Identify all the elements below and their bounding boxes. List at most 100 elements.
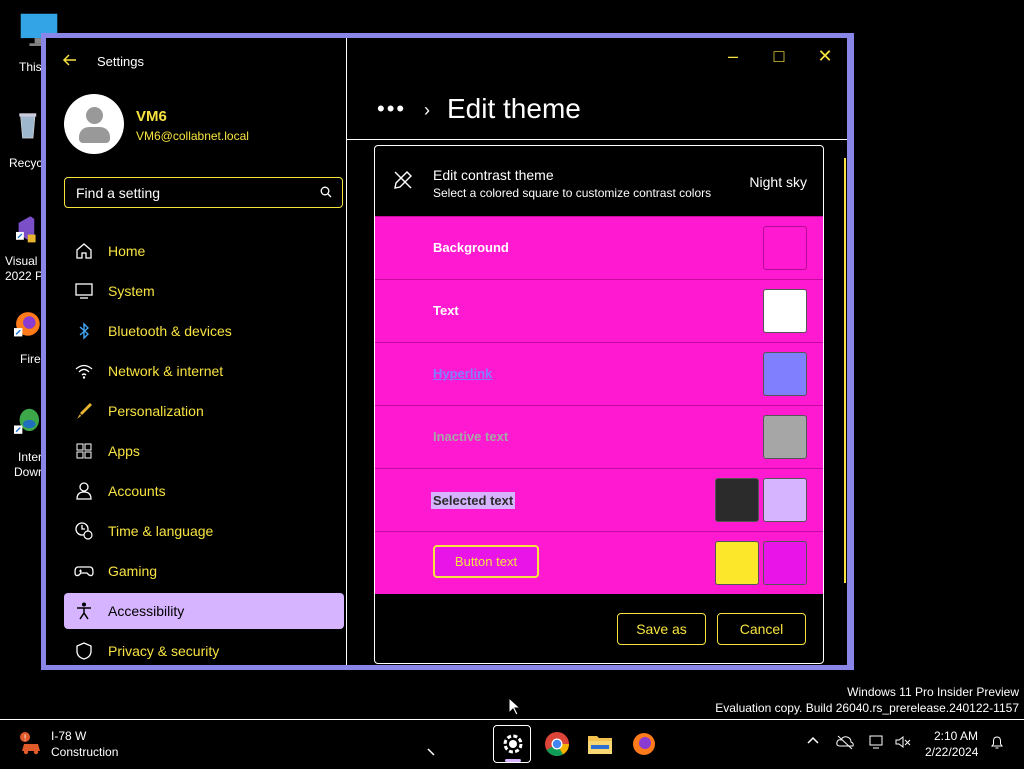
taskbar-settings-button[interactable]: [493, 725, 531, 763]
row-label: Background: [433, 240, 509, 255]
avatar-head: [86, 107, 103, 124]
sidebar-item-system[interactable]: System: [64, 273, 344, 309]
sidebar-item-network[interactable]: Network & internet: [64, 353, 344, 389]
sidebar-item-privacy[interactable]: Privacy & security: [64, 633, 344, 669]
sidebar-item-accessibility[interactable]: Accessibility: [64, 593, 344, 629]
page-title: Edit theme: [447, 93, 581, 124]
row-label: Inactive text: [433, 429, 509, 444]
bluetooth-icon: [79, 322, 90, 340]
theme-name: Night sky: [749, 174, 807, 190]
sidebar-item-accounts[interactable]: Accounts: [64, 473, 344, 509]
back-button[interactable]: [62, 52, 78, 73]
back-arrow-icon: [62, 54, 76, 66]
color-swatch-button-text-background[interactable]: [763, 541, 807, 585]
save-as-button[interactable]: Save as: [617, 613, 706, 645]
sidebar-item-label: Bluetooth & devices: [108, 323, 232, 339]
settings-window-body: Settings VM6 VM6@collabnet.local Find a …: [46, 38, 847, 665]
header-divider: [347, 139, 847, 140]
home-icon: [76, 243, 92, 259]
settings-icon: [503, 734, 523, 762]
traffic-warning-icon: !: [20, 732, 40, 755]
color-swatch-selected-text-foreground[interactable]: [715, 478, 759, 522]
wifi-icon: [75, 364, 93, 379]
sidebar-item-personalization[interactable]: Personalization: [64, 393, 344, 429]
person-icon: [76, 482, 92, 500]
chrome-icon: [545, 732, 569, 757]
clock-time[interactable]: 2:10 AM: [934, 729, 978, 743]
row-label: Hyperlink: [433, 366, 493, 381]
row-label: Text: [433, 303, 459, 318]
sidebar-item-bluetooth[interactable]: Bluetooth & devices: [64, 313, 344, 349]
search-input[interactable]: Find a setting: [64, 177, 343, 208]
notifications-bell-icon[interactable]: [987, 734, 1007, 754]
firefox-icon: [633, 733, 655, 755]
panel-subtitle: Select a colored square to customize con…: [433, 186, 712, 200]
accessibility-icon: [77, 602, 91, 620]
panel-title: Edit contrast theme: [433, 167, 554, 183]
sidebar-item-label: Personalization: [108, 403, 204, 419]
network-icon[interactable]: [867, 734, 887, 754]
sidebar-item-label: System: [108, 283, 155, 299]
app-title: Settings: [97, 54, 144, 69]
taskbar-firefox-button[interactable]: [625, 725, 663, 763]
pen-icon: [427, 748, 435, 756]
monitor-icon: [75, 283, 93, 299]
minimize-button[interactable]: –: [723, 46, 743, 66]
svg-text:!: !: [24, 734, 27, 743]
clock-globe-icon: [75, 522, 93, 540]
volume-muted-icon[interactable]: [893, 734, 913, 754]
color-row-hyperlink: Hyperlink: [375, 342, 823, 405]
watermark-line2: Evaluation copy. Build 26040.rs_prerelea…: [715, 701, 1019, 715]
color-swatch-hyperlink[interactable]: [763, 352, 807, 396]
taskbar: ! I-78 W Construction 2:10 AM 2/22/2024: [0, 719, 1024, 769]
color-swatch-selected-text-background[interactable]: [763, 478, 807, 522]
color-swatch-text[interactable]: [763, 289, 807, 333]
color-row-inactive-text: Inactive text: [375, 405, 823, 468]
color-swatch-background[interactable]: [763, 226, 807, 270]
shield-icon: [76, 642, 92, 660]
chevron-up-icon: [807, 736, 819, 744]
show-hidden-icons-button[interactable]: [803, 734, 823, 754]
sidebar-item-label: Accounts: [108, 483, 166, 499]
breadcrumb-more-button[interactable]: •••: [377, 96, 406, 122]
avatar-body: [79, 127, 110, 143]
avatar[interactable]: [64, 94, 124, 154]
sidebar-item-label: Privacy & security: [108, 643, 220, 659]
color-row-text: Text: [375, 279, 823, 342]
sidebar-item-home[interactable]: Home: [64, 233, 344, 269]
settings-window: Settings VM6 VM6@collabnet.local Find a …: [41, 33, 854, 670]
sidebar-item-gaming[interactable]: Gaming: [64, 553, 344, 589]
button-text-preview: Button text: [433, 545, 539, 578]
sidebar-item-label: Gaming: [108, 563, 158, 579]
search-icon[interactable]: [320, 186, 332, 198]
clock-date[interactable]: 2/22/2024: [925, 745, 978, 759]
edit-contrast-panel: Edit contrast theme Select a colored squ…: [374, 145, 824, 664]
weather-subtitle: Construction: [51, 745, 119, 759]
sidebar-item-label: Time & language: [108, 523, 214, 539]
sidebar-item-apps[interactable]: Apps: [64, 433, 344, 469]
sidebar-item-time-language[interactable]: Time & language: [64, 513, 344, 549]
scrollbar[interactable]: [844, 158, 846, 583]
color-row-button-text: Button text: [375, 531, 823, 594]
pencil-ruler-icon: [394, 171, 412, 189]
cloud-offline-icon[interactable]: [835, 734, 855, 754]
sidebar: Settings VM6 VM6@collabnet.local Find a …: [46, 38, 347, 665]
close-button[interactable]: ✕: [815, 46, 835, 66]
apps-icon: [76, 443, 92, 459]
mouse-cursor-icon: [508, 697, 522, 716]
color-swatch-inactive-text[interactable]: [763, 415, 807, 459]
taskbar-file-explorer-button[interactable]: [581, 725, 619, 763]
color-swatch-button-text-foreground[interactable]: [715, 541, 759, 585]
file-explorer-icon: [588, 736, 612, 754]
sidebar-item-label: Accessibility: [108, 603, 185, 619]
sidebar-divider: [346, 38, 347, 665]
color-row-selected-text: Selected text: [375, 468, 823, 531]
taskbar-chrome-button[interactable]: [538, 725, 576, 763]
breadcrumb-chevron-icon: ›: [424, 100, 430, 120]
weather-title: I-78 W: [51, 729, 87, 743]
sidebar-item-label: Apps: [108, 443, 140, 459]
maximize-button[interactable]: □: [769, 46, 789, 66]
gamepad-icon: [74, 566, 94, 577]
cancel-button[interactable]: Cancel: [717, 613, 806, 645]
sidebar-item-label: Home: [108, 243, 146, 259]
